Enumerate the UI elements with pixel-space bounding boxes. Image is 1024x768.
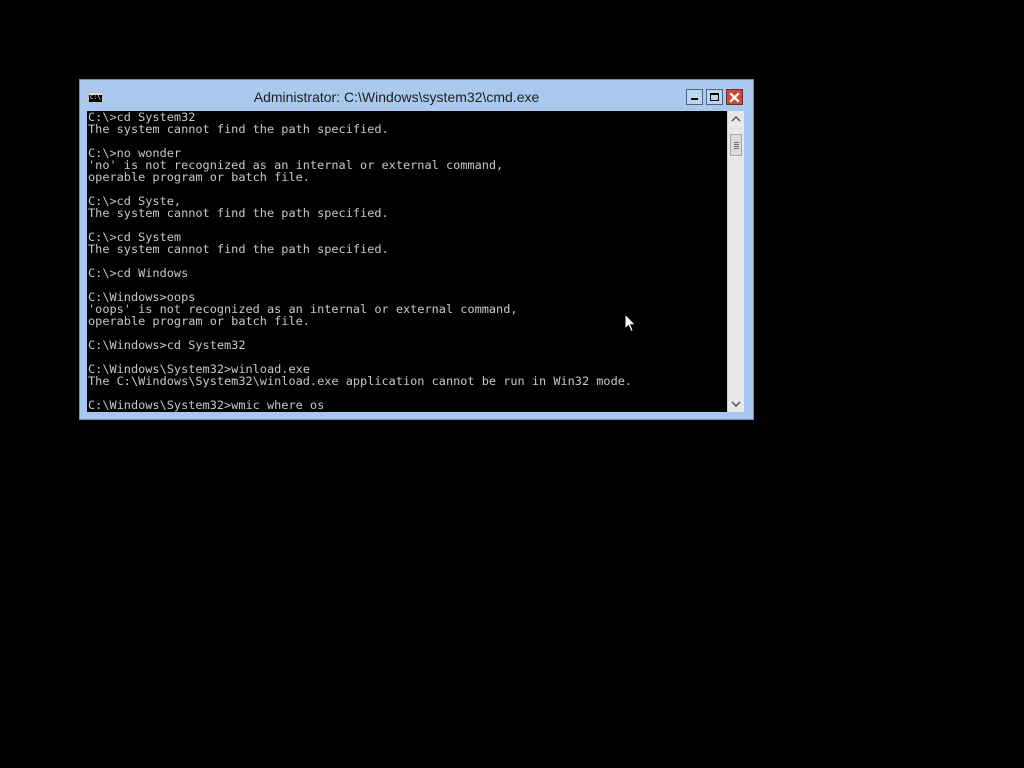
desktop: C:\ Administrator: C:\Windows\system32\c… [0, 0, 1024, 768]
console-line: C:\Windows\System32>wmic where os [88, 398, 325, 412]
thumb-grip-line [734, 146, 739, 147]
window-title: Administrator: C:\Windows\system32\cmd.e… [253, 89, 540, 105]
console-line: The system cannot find the path specifie… [88, 242, 389, 256]
maximize-icon [710, 93, 719, 101]
console-line: operable program or batch file. [88, 314, 310, 328]
console-line: C:\Windows>cd System32 [88, 338, 246, 352]
mouse-pointer-icon [624, 313, 637, 333]
thumb-grip-line [734, 144, 739, 145]
scroll-up-button[interactable] [728, 111, 744, 128]
minimize-icon [691, 98, 698, 100]
console-line: C:\>cd Windows [88, 266, 189, 280]
close-icon [729, 92, 740, 103]
console-lines: C:\>cd System32 The system cannot find th… [88, 111, 632, 411]
console-output[interactable]: C:\>cd System32 The system cannot find th… [87, 111, 727, 412]
scroll-down-button[interactable] [728, 395, 744, 412]
title-bar[interactable]: C:\ Administrator: C:\Windows\system32\c… [80, 80, 753, 111]
thumb-grip-line [734, 148, 739, 149]
vertical-scrollbar[interactable] [727, 111, 744, 412]
cmd-window[interactable]: C:\ Administrator: C:\Windows\system32\c… [79, 79, 754, 420]
console-line: The system cannot find the path specifie… [88, 206, 389, 220]
thumb-grip-line [734, 142, 739, 143]
close-button[interactable] [726, 89, 743, 105]
console-line: The system cannot find the path specifie… [88, 122, 389, 136]
scroll-thumb[interactable] [730, 134, 742, 156]
console-line: operable program or batch file. [88, 170, 310, 184]
chevron-down-icon [731, 401, 741, 408]
chevron-up-icon [731, 115, 741, 122]
maximize-button[interactable] [706, 89, 723, 105]
minimize-button[interactable] [686, 89, 703, 105]
console-line: The C:\Windows\System32\winload.exe appl… [88, 374, 633, 388]
